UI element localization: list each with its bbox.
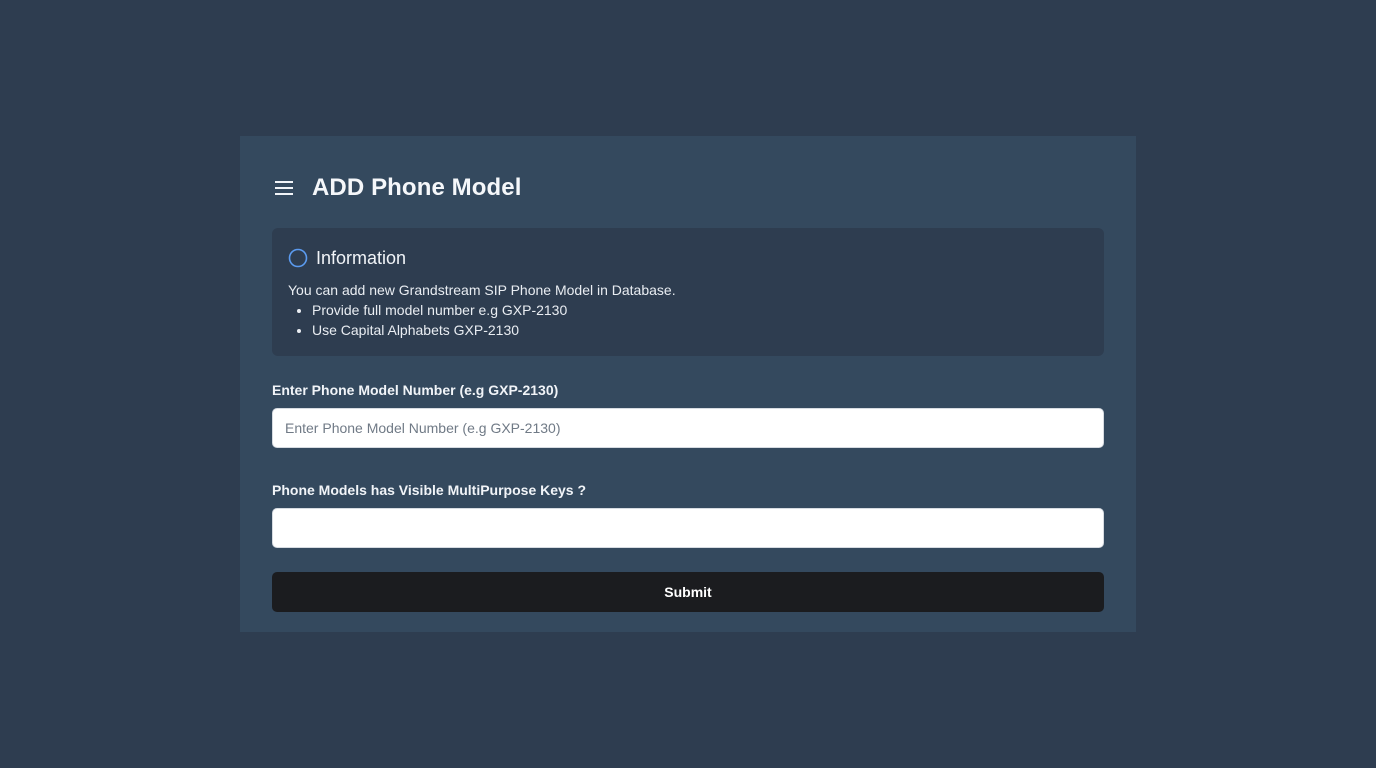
- multipurpose-keys-label: Phone Models has Visible MultiPurpose Ke…: [272, 482, 587, 498]
- submit-button[interactable]: Submit: [272, 572, 1104, 612]
- hamburger-menu-icon[interactable]: [272, 176, 296, 200]
- page-title: ADD Phone Model: [312, 174, 522, 201]
- add-phone-model-card: ADD Phone Model Information You can add …: [240, 136, 1136, 632]
- information-list: Provide full model number e.g GXP-2130 U…: [288, 300, 1088, 340]
- model-number-input[interactable]: [272, 408, 1104, 448]
- information-title: Information: [316, 247, 407, 268]
- multipurpose-keys-input[interactable]: [272, 508, 1104, 548]
- information-text: You can add new Grandstream SIP Phone Mo…: [288, 282, 676, 298]
- page-header: ADD Phone Model: [272, 172, 1104, 204]
- information-box: Information You can add new Grandstream …: [272, 228, 1104, 356]
- list-item: Use Capital Alphabets GXP-2130: [312, 320, 1088, 340]
- model-number-label: Enter Phone Model Number (e.g GXP-2130): [272, 382, 559, 398]
- circle-icon: [288, 248, 308, 268]
- list-item: Provide full model number e.g GXP-2130: [312, 300, 1088, 320]
- information-header: Information: [288, 244, 1088, 272]
